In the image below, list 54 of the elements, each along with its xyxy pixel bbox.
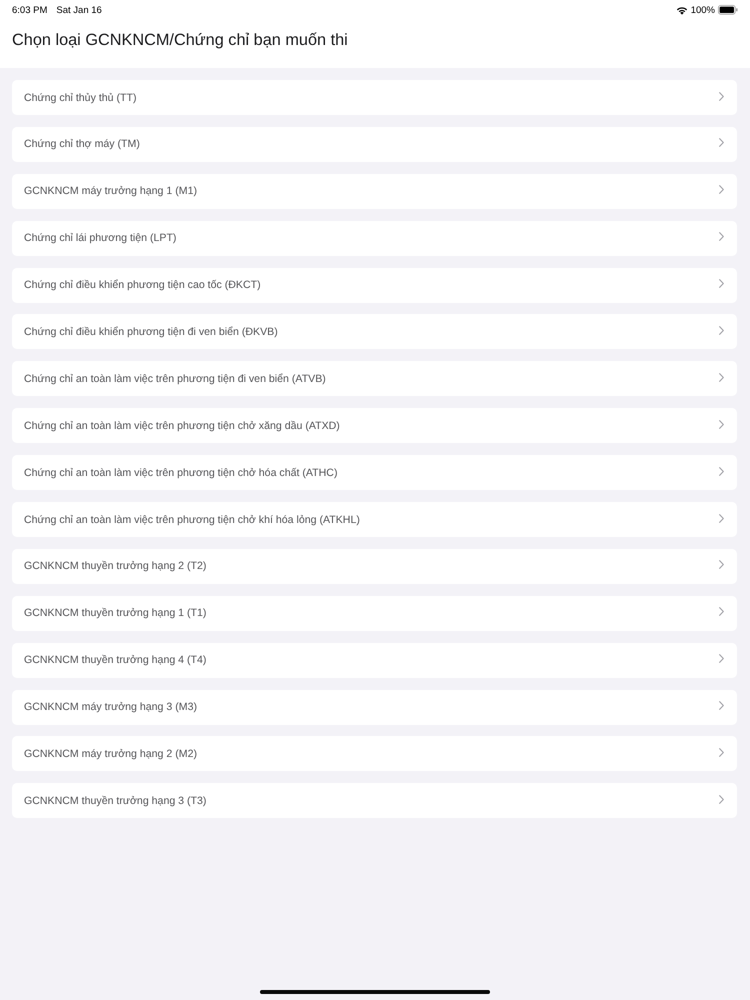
- certificate-item[interactable]: Chứng chỉ thủy thủ (TT): [12, 80, 737, 115]
- certificate-item[interactable]: GCNKNCM thuyền trưởng hạng 4 (T4): [12, 642, 737, 678]
- chevron-right-icon: [719, 279, 724, 288]
- certificate-label: GCNKNCM máy trưởng hạng 2 (M2): [24, 748, 197, 760]
- certificate-item[interactable]: Chứng chỉ an toàn làm việc trên phương tiện đi ven biển (ATVB): [12, 361, 737, 396]
- chevron-right-icon: [719, 748, 724, 757]
- chevron-right-icon: [719, 185, 724, 194]
- certificate-item[interactable]: Chứng chỉ an toàn làm việc trên phương tiện chở hóa chất (ATHC): [12, 455, 737, 490]
- certificate-item[interactable]: GCNKNCM máy trưởng hạng 3 (M3): [12, 690, 737, 725]
- certificate-item[interactable]: Chứng chỉ điều khiển phương tiện cao tốc (ĐKCT): [12, 268, 737, 303]
- certificate-item[interactable]: GCNKNCM máy trưởng hạng 2 (M2): [12, 736, 737, 772]
- status-time: 6:03 PM: [12, 4, 48, 16]
- certificate-item[interactable]: Chứng chỉ điều khiển phương tiện đi ven biển (ĐKVB): [12, 314, 737, 350]
- certificate-label: Chứng chỉ điều khiển phương tiện đi ven biển (ĐKVB): [24, 326, 278, 338]
- certificate-item[interactable]: Chứng chỉ lái phương tiện (LPT): [12, 220, 737, 256]
- chevron-right-icon: [719, 794, 724, 804]
- certificate-label: Chứng chỉ lái phương tiện (LPT): [24, 232, 176, 244]
- chevron-right-icon: [719, 232, 724, 242]
- battery-percent: 100%: [690, 4, 715, 16]
- certificate-label: Chứng chỉ an toàn làm việc trên phương tiện đi ven biển (ATVB): [24, 372, 326, 385]
- wifi-icon: [676, 6, 688, 14]
- certificate-label: GCNKNCM thuyền trưởng hạng 2 (T2): [24, 560, 206, 572]
- certificate-item[interactable]: GCNKNCM thuyền trưởng hạng 1 (T1): [12, 596, 737, 631]
- certificate-item[interactable]: GCNKNCM thuyền trưởng hạng 2 (T2): [12, 548, 737, 584]
- certificate-item[interactable]: GCNKNCM máy trưởng hạng 1 (M1): [12, 174, 737, 209]
- chevron-right-icon: [719, 607, 724, 616]
- certificate-item[interactable]: GCNKNCM thuyền trưởng hạng 3 (T3): [12, 783, 737, 818]
- status-date: Sat Jan 16: [56, 4, 102, 16]
- page-title: Chọn loại GCNKNCM/Chứng chỉ bạn muốn thi: [12, 30, 348, 51]
- certificate-label: GCNKNCM thuyền trưởng hạng 4 (T4): [24, 654, 206, 666]
- certificate-label: Chứng chỉ điều khiển phương tiện cao tốc (ĐKCT): [24, 279, 261, 292]
- certificate-label: GCNKNCM thuyền trưởng hạng 3 (T3): [24, 794, 206, 807]
- certificate-label: GCNKNCM máy trưởng hạng 3 (M3): [24, 701, 197, 714]
- chevron-right-icon: [719, 92, 724, 100]
- chevron-right-icon: [719, 420, 724, 429]
- certificate-label: Chứng chỉ an toàn làm việc trên phương tiện chở hóa chất (ATHC): [24, 466, 338, 479]
- certificate-label: Chứng chỉ an toàn làm việc trên phương tiện chở khí hóa lỏng (ATKHL): [24, 514, 360, 526]
- chevron-right-icon: [719, 466, 724, 476]
- certificate-label: Chứng chỉ thợ máy (TM): [24, 138, 140, 150]
- chevron-right-icon: [719, 701, 724, 710]
- certificate-label: Chứng chỉ thủy thủ (TT): [24, 92, 136, 104]
- chevron-right-icon: [719, 560, 724, 570]
- battery-icon: [718, 5, 738, 15]
- certificate-label: GCNKNCM máy trưởng hạng 1 (M1): [24, 185, 197, 198]
- certificate-label: Chứng chỉ an toàn làm việc trên phương tiện chở xăng dầu (ATXD): [24, 420, 340, 432]
- certificate-item[interactable]: Chứng chỉ an toàn làm việc trên phương tiện chở khí hóa lỏng (ATKHL): [12, 502, 737, 538]
- certificate-label: GCNKNCM thuyền trưởng hạng 1 (T1): [24, 607, 206, 620]
- chevron-right-icon: [719, 138, 724, 148]
- chevron-right-icon: [719, 654, 724, 664]
- certificate-item[interactable]: Chứng chỉ thợ máy (TM): [12, 126, 737, 162]
- chevron-right-icon: [719, 326, 724, 335]
- certificate-item[interactable]: Chứng chỉ an toàn làm việc trên phương tiện chở xăng dầu (ATXD): [12, 408, 737, 444]
- chevron-right-icon: [719, 514, 724, 523]
- chevron-right-icon: [719, 372, 724, 382]
